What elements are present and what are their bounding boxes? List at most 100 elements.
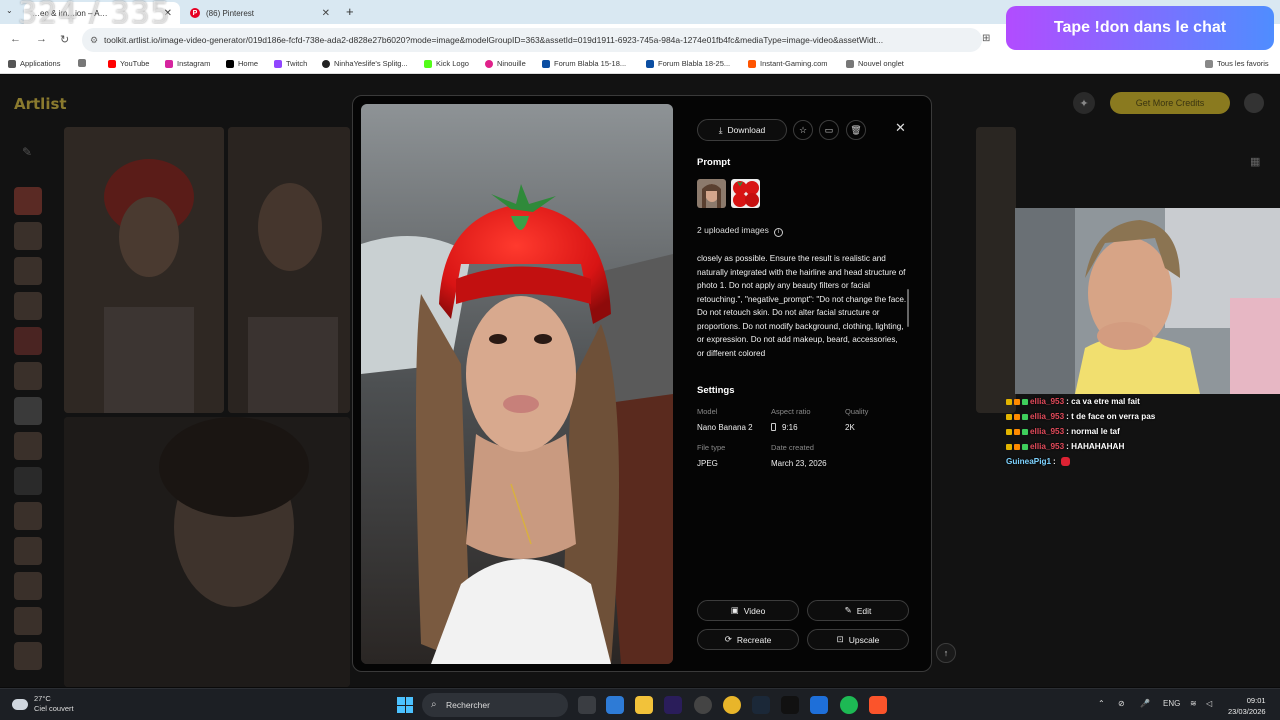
history-thumbnail[interactable] xyxy=(14,432,42,460)
steam-icon[interactable] xyxy=(752,696,770,714)
back-icon[interactable]: ← xyxy=(10,33,21,45)
bookmark-x-home[interactable]: Home xyxy=(226,59,258,68)
chat-username[interactable]: ellia_953 xyxy=(1030,442,1064,451)
chat-username[interactable]: GuineaPig1 xyxy=(1006,457,1051,466)
close-modal-icon[interactable]: ✕ xyxy=(895,120,906,136)
reload-icon[interactable]: ↻ xyxy=(60,33,69,46)
history-thumbnail[interactable] xyxy=(14,362,42,390)
bookmark-label: Nouvel onglet xyxy=(858,59,904,68)
grid-icon xyxy=(78,59,86,67)
recreate-button[interactable]: ⟳ Recreate xyxy=(697,629,799,650)
edit-button[interactable]: ✎ Edit xyxy=(807,600,909,621)
chrome-icon[interactable] xyxy=(723,696,741,714)
bookmark-splitgate[interactable]: NinhaYeslife's Splitg... xyxy=(322,59,408,68)
all-bookmarks[interactable]: Tous les favoris xyxy=(1205,59,1269,68)
gallery-image[interactable] xyxy=(228,127,350,413)
new-tab-button[interactable]: + xyxy=(346,4,354,19)
generated-image[interactable] xyxy=(361,104,673,664)
chat-username[interactable]: ellia_953 xyxy=(1030,397,1064,406)
forward-icon[interactable]: → xyxy=(36,33,47,45)
tray-overflow-icon[interactable]: ⌃ xyxy=(1098,699,1105,708)
add-to-folder-icon[interactable]: ▭ xyxy=(819,120,839,140)
spotify-icon[interactable] xyxy=(840,696,858,714)
bookmark-extensions[interactable] xyxy=(78,59,86,67)
image-detail-modal: ⤓ Download ☆ ▭ 🗑 ✕ Prompt 2 uploaded ima… xyxy=(352,95,932,672)
history-thumbnail[interactable] xyxy=(14,187,42,215)
chat-username[interactable]: ellia_953 xyxy=(1030,427,1064,436)
wifi-icon[interactable]: ≋ xyxy=(1190,699,1197,708)
upscale-button[interactable]: ⊡ Upscale xyxy=(807,629,909,650)
tiktok-icon[interactable] xyxy=(781,696,799,714)
video-button[interactable]: ▣ Video xyxy=(697,600,799,621)
clock-time: 09:01 xyxy=(1246,696,1266,705)
close-tab-icon[interactable]: ✕ xyxy=(322,8,330,19)
prompt-scrollbar[interactable] xyxy=(907,289,909,327)
history-thumbnail[interactable] xyxy=(14,327,42,355)
bookmark-forum-15-18[interactable]: Forum Blabla 15-18... xyxy=(542,59,626,68)
gallery-image[interactable] xyxy=(64,127,224,413)
microphone-icon[interactable]: 🎤 xyxy=(1140,699,1150,708)
history-thumbnail[interactable] xyxy=(14,502,42,530)
weather-widget[interactable]: 27°C Ciel couvert xyxy=(12,694,74,714)
info-icon[interactable]: i xyxy=(774,228,784,237)
delete-trash-icon[interactable]: 🗑 xyxy=(846,120,866,140)
uploaded-image-thumbnail[interactable] xyxy=(731,179,760,208)
bookmark-instant-gaming[interactable]: Instant-Gaming.com xyxy=(748,59,828,68)
tab-pinterest[interactable]: P (86) Pinterest ✕ xyxy=(182,2,338,24)
history-thumbnail[interactable] xyxy=(14,572,42,600)
history-thumbnail[interactable] xyxy=(14,397,42,425)
aspect-ratio-text: 9:16 xyxy=(782,423,798,432)
chat-username[interactable]: ellia_953 xyxy=(1030,412,1064,421)
app-icon[interactable] xyxy=(810,696,828,714)
windows-start-icon[interactable] xyxy=(397,697,413,713)
clock[interactable]: 09:01 23/03/2026 xyxy=(1228,695,1266,717)
bookmark-forum-18-25[interactable]: Forum Blabla 18-25... xyxy=(646,59,730,68)
history-thumbnail[interactable] xyxy=(14,292,42,320)
artlist-logo[interactable]: Artlist xyxy=(14,95,67,113)
gallery-image-art xyxy=(64,417,350,687)
language-indicator[interactable]: ENG xyxy=(1163,699,1180,708)
bookmark-youtube[interactable]: YouTube xyxy=(108,59,149,68)
bookmark-instagram[interactable]: Instagram xyxy=(165,59,210,68)
sparkle-icon[interactable]: ✦ xyxy=(1073,92,1095,114)
file-explorer-icon[interactable] xyxy=(635,696,653,714)
taskbar-search[interactable]: ⌕ Rechercher xyxy=(422,693,568,717)
widgets-icon[interactable] xyxy=(606,696,624,714)
chat-text: : HAHAHAHAH xyxy=(1066,442,1125,451)
translate-icon[interactable]: ⊞ xyxy=(982,33,990,44)
url-field[interactable]: ⚙ toolkit.artlist.io/image-video-generat… xyxy=(82,28,982,52)
user-avatar[interactable] xyxy=(1244,93,1264,113)
task-view-icon[interactable] xyxy=(578,696,596,714)
history-thumbnail[interactable] xyxy=(14,642,42,670)
bookmark-ninouille[interactable]: Ninouille xyxy=(485,59,526,68)
history-thumbnail[interactable] xyxy=(14,257,42,285)
volume-icon[interactable]: ◁ xyxy=(1206,699,1212,708)
bits-badge-icon xyxy=(1014,443,1020,450)
gallery-image[interactable] xyxy=(64,417,350,687)
history-thumbnail[interactable] xyxy=(14,467,42,495)
favorite-star-icon[interactable]: ☆ xyxy=(793,120,813,140)
grid-view-icon[interactable]: ▦ xyxy=(1250,155,1260,168)
premiere-pro-icon[interactable] xyxy=(664,696,682,714)
download-button[interactable]: ⤓ Download xyxy=(697,119,787,141)
history-thumbnail[interactable] xyxy=(14,607,42,635)
network-off-icon[interactable]: ⊘ xyxy=(1118,699,1125,708)
get-more-credits-button[interactable]: Get More Credits xyxy=(1110,92,1230,114)
video-label: Video xyxy=(743,605,766,616)
bookmark-twitch[interactable]: Twitch xyxy=(274,59,307,68)
history-thumbnail[interactable] xyxy=(14,222,42,250)
sub-badge-icon xyxy=(1006,428,1012,435)
site-info-icon[interactable]: ⚙ xyxy=(90,35,98,46)
bookmark-new-tab[interactable]: Nouvel onglet xyxy=(846,59,904,68)
gallery-image[interactable] xyxy=(976,127,1016,413)
brave-icon[interactable] xyxy=(869,696,887,714)
history-thumbnail[interactable] xyxy=(14,537,42,565)
obs-icon[interactable] xyxy=(694,696,712,714)
uploaded-image-thumbnail[interactable] xyxy=(697,179,726,208)
bookmark-applications[interactable]: Applications xyxy=(8,59,60,68)
scroll-to-top-icon[interactable]: ↑ xyxy=(936,643,956,663)
bookmark-kick[interactable]: Kick Logo xyxy=(424,59,469,68)
chat-message: ellia_953: ca va etre mal fait xyxy=(1006,394,1280,409)
tab-search-chevron-icon[interactable]: ⌄ xyxy=(6,6,13,15)
gallery-image-art xyxy=(64,127,224,413)
